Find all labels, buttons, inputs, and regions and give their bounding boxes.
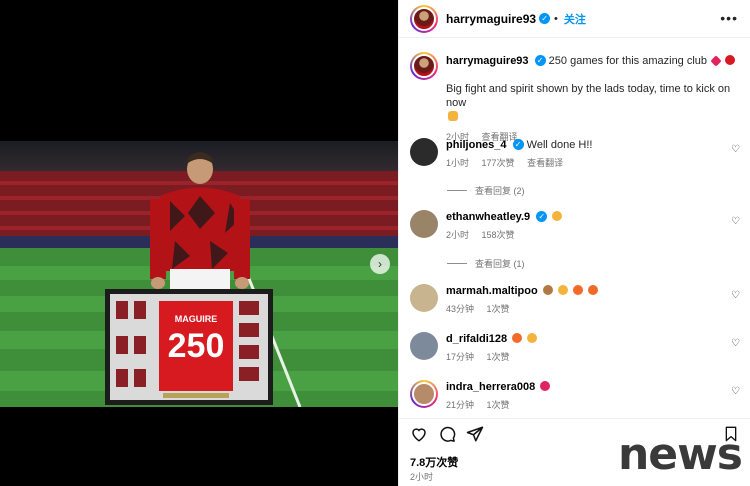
comment-username[interactable]: d_rifaldi128 (446, 333, 507, 345)
comment-time: 1小时 (446, 158, 470, 168)
fire-icon (512, 333, 523, 343)
shirt-number: 250 (167, 327, 225, 365)
post-media: MAGUIRE 250 › (0, 0, 398, 486)
chevron-right-icon: › (378, 257, 382, 271)
verified-badge-icon: ✓ (539, 13, 551, 24)
post-sidebar: harrymaguire93 ✓ • 关注 ••• harrymaguire93… (398, 0, 750, 486)
heart-icon[interactable]: ♡ (731, 338, 741, 349)
flexed-biceps-icon (448, 111, 458, 121)
verified-badge-icon: ✓ (536, 211, 548, 222)
comment-time: 17分钟 (446, 352, 475, 362)
share-icon[interactable] (466, 425, 484, 443)
commenter-avatar[interactable] (410, 138, 438, 166)
comment-likes[interactable]: 177次赞 (482, 158, 515, 168)
comment-item: ethanwheatley.9 ✓ 2小时 158次赞 ♡ (410, 210, 745, 241)
comment-item: philjones_4 ✓ Well done H!! 1小时 177次赞 查看… (410, 138, 745, 169)
heart-icon[interactable]: ♡ (731, 290, 741, 301)
commenter-avatar[interactable] (410, 284, 438, 312)
post-caption: harrymaguire93 ✓ 250 games for this amaz… (410, 52, 740, 144)
author-username[interactable]: harrymaguire93 (446, 12, 536, 26)
red-heart-icon (710, 55, 722, 67)
caption-headline: 250 games for this amazing club (548, 55, 708, 67)
news-watermark: news (617, 429, 743, 480)
author-avatar[interactable] (410, 4, 438, 33)
comment-username[interactable]: marmah.maltipoo (446, 285, 538, 297)
comment-username[interactable]: ethanwheatley.9 (446, 211, 530, 223)
view-replies[interactable]: 查看回复 (1) (447, 257, 525, 270)
red-heart-icon (540, 381, 551, 391)
commenter-avatar[interactable] (410, 210, 438, 238)
comment-time: 43分钟 (446, 304, 475, 314)
comment-item: marmah.maltipoo 43分钟 1次赞 ♡ (410, 284, 745, 315)
comment-time: 2小时 (446, 230, 470, 240)
comment-likes[interactable]: 1次赞 (487, 400, 510, 410)
comment-time: 21分钟 (446, 400, 475, 410)
view-replies[interactable]: 查看回复 (2) (447, 184, 525, 197)
clapping-hands-icon (527, 333, 538, 343)
caption-body: Big fight and spirit shown by the lads t… (446, 83, 731, 109)
heart-icon[interactable]: ♡ (731, 216, 741, 227)
fire-icon (572, 285, 583, 295)
red-circle-icon (725, 55, 736, 65)
comment-item: indra_herrera008 21分钟 1次赞 ♡ (410, 380, 745, 411)
post-header: harrymaguire93 ✓ • 关注 ••• (399, 0, 750, 38)
comment-username[interactable]: indra_herrera008 (446, 381, 535, 393)
fire-icon (587, 285, 598, 295)
comment-icon[interactable] (438, 425, 456, 443)
commenter-avatar[interactable] (410, 332, 438, 360)
heart-icon[interactable] (410, 425, 428, 443)
post-photo: MAGUIRE 250 (0, 141, 398, 407)
clapping-hands-icon (557, 285, 568, 295)
clapping-hands-icon (552, 211, 563, 221)
comment-text: Well done H!! (526, 139, 593, 151)
verified-badge-icon: ✓ (512, 139, 524, 150)
comment-item: d_rifaldi128 17分钟 1次赞 ♡ (410, 332, 745, 363)
comment-likes[interactable]: 1次赞 (487, 352, 510, 362)
verified-badge-icon: ✓ (534, 55, 546, 66)
caption-avatar[interactable] (410, 52, 438, 80)
comment-likes[interactable]: 158次赞 (482, 230, 515, 240)
more-options-icon[interactable]: ••• (720, 10, 738, 26)
post-time: 2小时 (410, 472, 434, 482)
like-count[interactable]: 7.8万次赞 (410, 454, 458, 470)
comment-username[interactable]: philjones_4 (446, 139, 507, 151)
commenter-avatar[interactable] (410, 380, 438, 408)
dog-icon (542, 285, 553, 295)
heart-icon[interactable]: ♡ (731, 386, 741, 397)
comment-likes[interactable]: 1次赞 (487, 304, 510, 314)
follow-button[interactable]: 关注 (564, 11, 586, 27)
dot-separator: • (554, 12, 558, 25)
shirt-name: MAGUIRE (174, 314, 218, 324)
see-translation-link[interactable]: 查看翻译 (527, 158, 563, 168)
next-image-button[interactable]: › (370, 254, 390, 274)
heart-icon[interactable]: ♡ (731, 144, 741, 155)
caption-username[interactable]: harrymaguire93 (446, 55, 529, 67)
